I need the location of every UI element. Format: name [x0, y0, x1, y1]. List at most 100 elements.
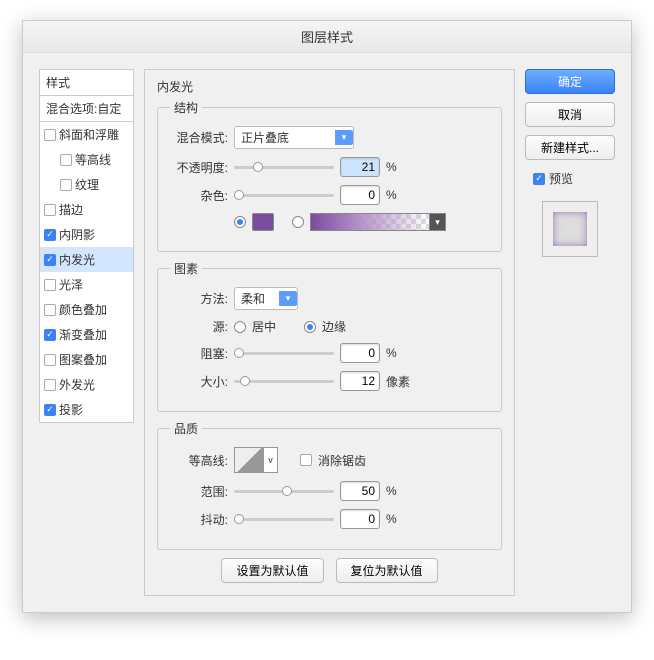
effect-label: 颜色叠加 — [59, 301, 107, 318]
effect-checkbox[interactable] — [44, 129, 56, 141]
chevron-updown-icon: ▾ — [335, 130, 353, 145]
source-edge-radio[interactable] — [304, 321, 316, 333]
antialias-label: 消除锯齿 — [318, 452, 366, 469]
layer-style-dialog: 图层样式 样式 混合选项:自定 斜面和浮雕等高线纹理描边内阴影内发光光泽颜色叠加… — [22, 20, 632, 613]
effect-checkbox[interactable] — [44, 329, 56, 341]
effect-item[interactable]: 外发光 — [40, 372, 133, 397]
source-center-label: 居中 — [252, 318, 276, 335]
chevron-down-icon: ▾ — [430, 213, 446, 231]
chevron-updown-icon: ▾ — [279, 291, 297, 306]
contour-label: 等高线: — [170, 452, 228, 469]
range-slider[interactable] — [234, 484, 334, 498]
effect-item[interactable]: 渐变叠加 — [40, 322, 133, 347]
opacity-unit: % — [386, 160, 397, 174]
effect-checkbox[interactable] — [44, 229, 56, 241]
effect-item[interactable]: 纹理 — [40, 172, 133, 197]
effect-checkbox[interactable] — [44, 379, 56, 391]
effect-label: 纹理 — [75, 176, 99, 193]
noise-slider[interactable] — [234, 188, 334, 202]
effect-checkbox[interactable] — [44, 279, 56, 291]
preview-thumbnail — [542, 201, 598, 257]
contour-picker[interactable]: v — [234, 447, 278, 473]
effect-label: 内发光 — [59, 251, 95, 268]
effect-item[interactable]: 描边 — [40, 197, 133, 222]
effect-label: 描边 — [59, 201, 83, 218]
ok-button[interactable]: 确定 — [525, 69, 615, 94]
effect-item[interactable]: 投影 — [40, 397, 133, 422]
technique-dropdown[interactable]: 柔和 ▾ — [234, 287, 298, 310]
right-panel: 确定 取消 新建样式... 预览 — [525, 69, 615, 596]
opacity-slider[interactable] — [234, 160, 334, 174]
styles-sidebar: 样式 混合选项:自定 斜面和浮雕等高线纹理描边内阴影内发光光泽颜色叠加渐变叠加图… — [39, 69, 134, 596]
choke-slider[interactable] — [234, 346, 334, 360]
cancel-button[interactable]: 取消 — [525, 102, 615, 127]
range-label: 范围: — [170, 483, 228, 500]
effect-label: 图案叠加 — [59, 351, 107, 368]
gradient-picker[interactable]: ▾ — [310, 213, 446, 231]
effect-item[interactable]: 内阴影 — [40, 222, 133, 247]
effect-checkbox[interactable] — [60, 179, 72, 191]
reset-default-button[interactable]: 复位为默认值 — [336, 558, 438, 583]
source-edge-label: 边缘 — [322, 318, 346, 335]
effect-label: 内阴影 — [59, 226, 95, 243]
preview-checkbox[interactable] — [533, 173, 545, 185]
opacity-label: 不透明度: — [170, 159, 228, 176]
effect-item[interactable]: 斜面和浮雕 — [40, 122, 133, 147]
elements-legend: 图素 — [170, 260, 202, 277]
chevron-down-icon: v — [264, 447, 278, 473]
solid-color-radio[interactable] — [234, 216, 246, 228]
choke-unit: % — [386, 346, 397, 360]
effect-checkbox[interactable] — [60, 154, 72, 166]
dialog-title: 图层样式 — [23, 21, 631, 53]
effects-list: 斜面和浮雕等高线纹理描边内阴影内发光光泽颜色叠加渐变叠加图案叠加外发光投影 — [39, 122, 134, 423]
noise-label: 杂色: — [170, 187, 228, 204]
jitter-label: 抖动: — [170, 511, 228, 528]
blend-mode-value: 正片叠底 — [241, 129, 289, 146]
effect-label: 外发光 — [59, 376, 95, 393]
styles-heading[interactable]: 样式 — [39, 69, 134, 95]
effect-checkbox[interactable] — [44, 304, 56, 316]
blending-options[interactable]: 混合选项:自定 — [39, 95, 134, 122]
new-style-button[interactable]: 新建样式... — [525, 135, 615, 160]
effect-label: 斜面和浮雕 — [59, 126, 119, 143]
size-unit: 像素 — [386, 373, 410, 390]
choke-input[interactable] — [340, 343, 380, 363]
make-default-button[interactable]: 设置为默认值 — [221, 558, 323, 583]
effect-item[interactable]: 颜色叠加 — [40, 297, 133, 322]
structure-legend: 结构 — [170, 99, 202, 116]
antialias-checkbox[interactable] — [300, 454, 312, 466]
size-slider[interactable] — [234, 374, 334, 388]
effect-checkbox[interactable] — [44, 254, 56, 266]
jitter-slider[interactable] — [234, 512, 334, 526]
effect-item[interactable]: 等高线 — [40, 147, 133, 172]
effect-checkbox[interactable] — [44, 354, 56, 366]
effect-checkbox[interactable] — [44, 204, 56, 216]
opacity-input[interactable] — [340, 157, 380, 177]
effect-label: 光泽 — [59, 276, 83, 293]
size-input[interactable] — [340, 371, 380, 391]
preview-label: 预览 — [549, 170, 573, 187]
source-center-radio[interactable] — [234, 321, 246, 333]
noise-unit: % — [386, 188, 397, 202]
effect-item[interactable]: 图案叠加 — [40, 347, 133, 372]
range-input[interactable] — [340, 481, 380, 501]
quality-group: 品质 等高线: v 消除锯齿 范围: % — [157, 420, 502, 550]
blend-mode-dropdown[interactable]: 正片叠底 ▾ — [234, 126, 354, 149]
effect-checkbox[interactable] — [44, 404, 56, 416]
elements-group: 图素 方法: 柔和 ▾ 源: 居中 边缘 阻塞: — [157, 260, 502, 412]
effect-item[interactable]: 光泽 — [40, 272, 133, 297]
choke-label: 阻塞: — [170, 345, 228, 362]
technique-value: 柔和 — [241, 290, 265, 307]
effect-label: 投影 — [59, 401, 83, 418]
quality-legend: 品质 — [170, 420, 202, 437]
gradient-swatch — [310, 213, 430, 231]
color-swatch[interactable] — [252, 213, 274, 231]
gradient-radio[interactable] — [292, 216, 304, 228]
jitter-input[interactable] — [340, 509, 380, 529]
noise-input[interactable] — [340, 185, 380, 205]
jitter-unit: % — [386, 512, 397, 526]
panel-title: 内发光 — [157, 78, 502, 95]
range-unit: % — [386, 484, 397, 498]
source-label: 源: — [170, 318, 228, 335]
effect-item[interactable]: 内发光 — [40, 247, 133, 272]
